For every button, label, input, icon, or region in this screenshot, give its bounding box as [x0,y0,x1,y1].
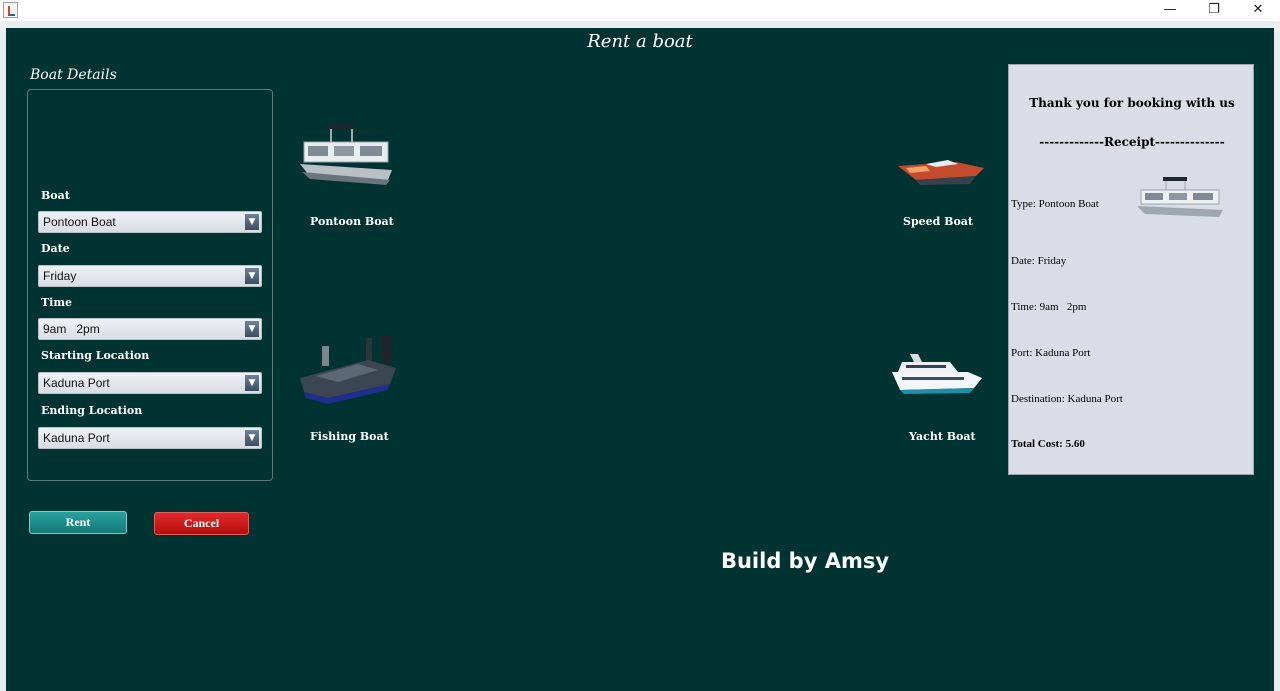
footer-credit: Build by Amsy [720,549,890,573]
yacht-boat-caption: Yacht Boat [909,430,976,443]
restore-button[interactable]: ❐ [1192,0,1236,21]
receipt-total-cost: Total Cost: 5.60 [1011,438,1085,450]
receipt-time: Time: 9am 2pm [1011,301,1087,313]
receipt-subheading: -------------Receipt-------------- [1039,135,1225,149]
dropdown-arrow-icon[interactable]: ▼ [245,321,259,337]
receipt-boat-image [1137,177,1223,217]
cancel-button[interactable]: Cancel [154,512,249,535]
time-label: Time [41,296,73,309]
yacht-boat-image[interactable] [888,348,984,396]
boat-select-value: Pontoon Boat [43,215,116,229]
boat-select[interactable]: Pontoon Boat ▼ [38,211,262,233]
date-label: Date [41,242,70,255]
receipt-type: Type: Pontoon Boat [1011,198,1099,210]
starting-location-label: Starting Location [41,349,150,362]
dropdown-arrow-icon[interactable]: ▼ [245,375,259,391]
pontoon-boat-caption: Pontoon Boat [310,215,394,228]
window-border [0,21,1280,28]
receipt-date: Date: Friday [1011,255,1067,267]
receipt-destination: Destination: Kaduna Port [1011,393,1123,405]
fishing-boat-image[interactable] [298,332,398,406]
boat-label: Boat [41,189,70,202]
java-app-icon [3,2,18,18]
boat-details-title: Boat Details [30,67,117,83]
starting-location-value: Kaduna Port [43,376,110,390]
dropdown-arrow-icon[interactable]: ▼ [245,268,259,284]
time-select-value: 9am 2pm [43,322,100,336]
close-button[interactable]: ✕ [1236,0,1280,21]
rent-button[interactable]: Rent [29,511,127,534]
dropdown-arrow-icon[interactable]: ▼ [245,214,259,230]
ending-location-select[interactable]: Kaduna Port ▼ [38,427,262,449]
receipt-port: Port: Kaduna Port [1011,347,1091,359]
minimize-button[interactable]: — [1148,0,1192,21]
receipt-heading: Thank you for booking with us [1029,96,1235,110]
date-select-value: Friday [43,269,77,283]
time-select[interactable]: 9am 2pm ▼ [38,318,262,340]
app-title: Rent a boat [587,31,693,52]
receipt-panel: Thank you for booking with us ----------… [1008,64,1254,475]
speed-boat-image[interactable] [896,154,986,188]
pontoon-boat-image[interactable] [298,122,396,188]
starting-location-select[interactable]: Kaduna Port ▼ [38,372,262,394]
ending-location-label: Ending Location [41,404,143,417]
window-border-right [1274,21,1280,691]
speed-boat-caption: Speed Boat [903,215,973,228]
window-titlebar: — ❐ ✕ [0,0,1280,21]
date-select[interactable]: Friday ▼ [38,265,262,287]
dropdown-arrow-icon[interactable]: ▼ [245,430,259,446]
ending-location-value: Kaduna Port [43,431,110,445]
fishing-boat-caption: Fishing Boat [310,430,389,443]
